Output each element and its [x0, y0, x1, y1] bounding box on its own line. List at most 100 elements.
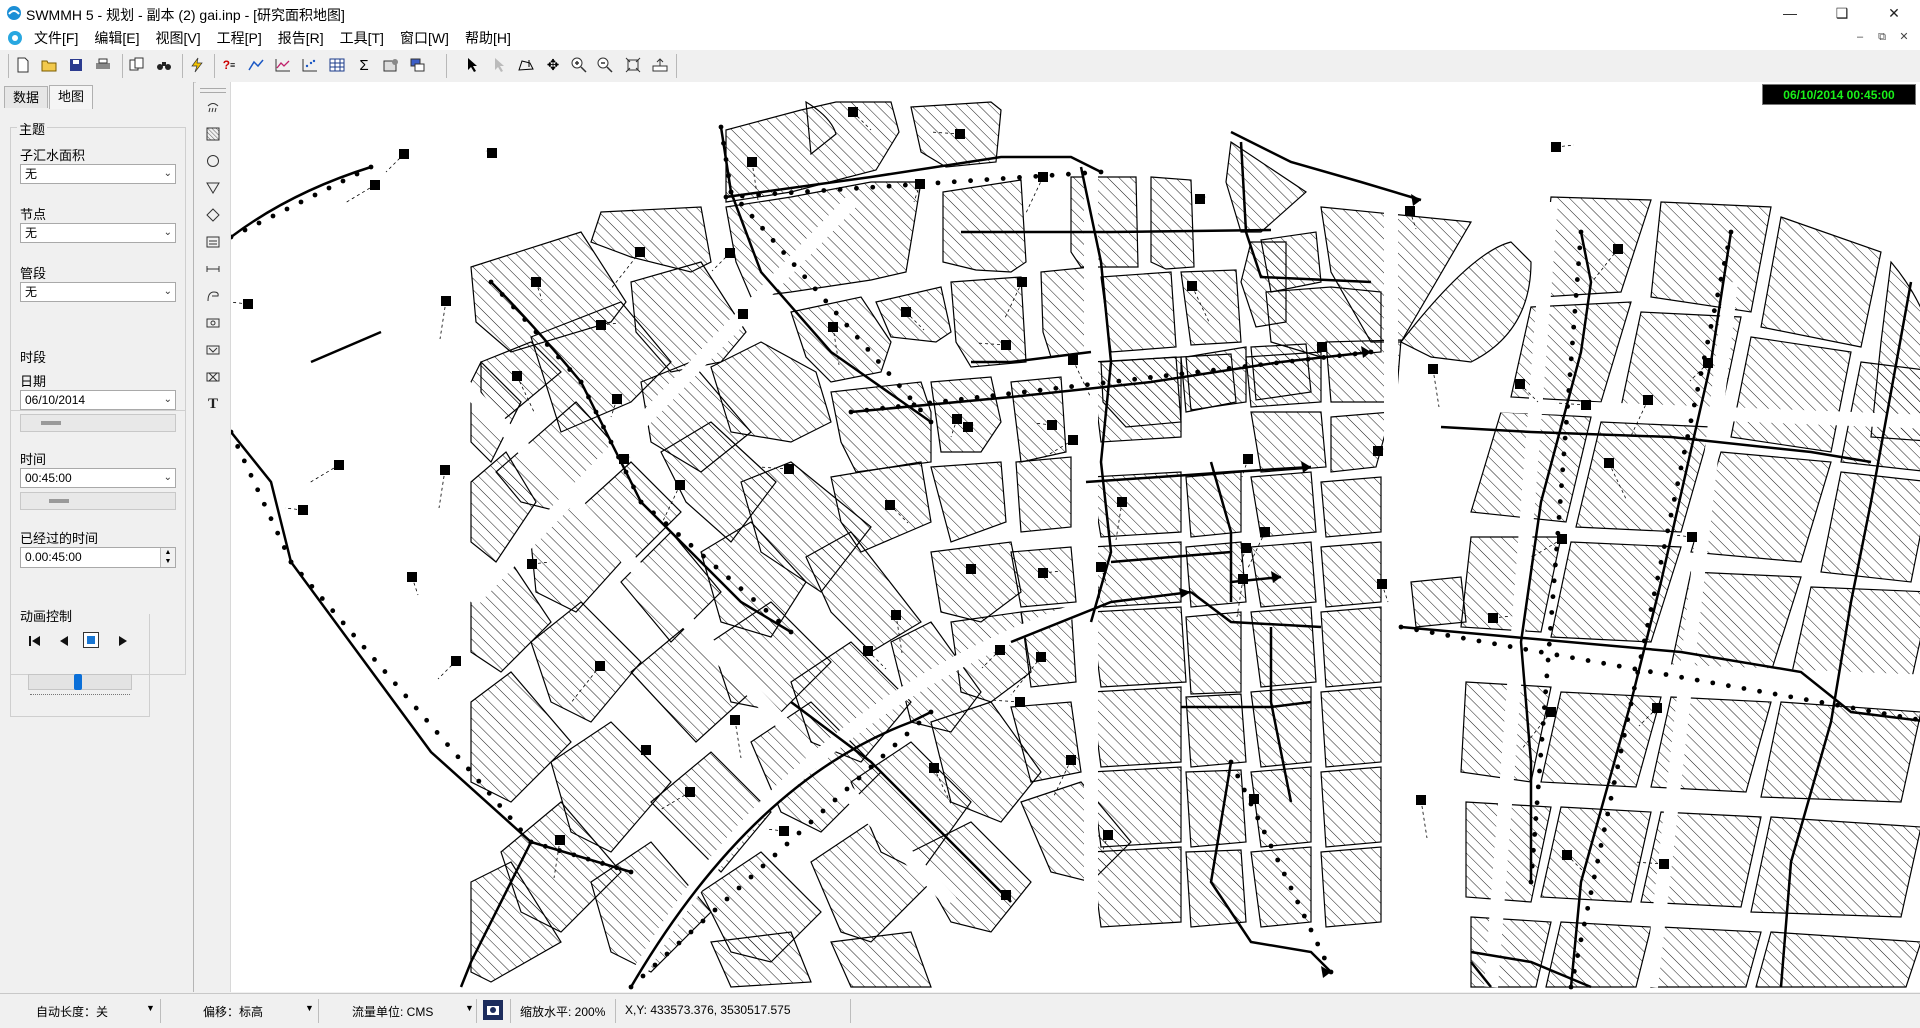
junction-node[interactable]: [1557, 499, 1563, 504]
junction-node[interactable]: [1576, 261, 1581, 267]
menu-window[interactable]: 窗口[W]: [392, 26, 457, 50]
junction-node[interactable]: [1281, 871, 1287, 877]
junction-node[interactable]: [1572, 308, 1578, 314]
junction-node[interactable]: [1321, 955, 1327, 961]
junction-node[interactable]: [1545, 657, 1551, 663]
junction-node[interactable]: [1398, 624, 1404, 630]
junction-node[interactable]: [1632, 666, 1638, 672]
minimize-button[interactable]: —: [1764, 0, 1816, 26]
subcatchment-centroid[interactable]: [1036, 652, 1046, 662]
subcatchment-centroid[interactable]: [1001, 890, 1011, 900]
subcatchment-centroid[interactable]: [1187, 281, 1197, 291]
subcatchment-centroid[interactable]: [1405, 206, 1415, 216]
subcatchment-centroid[interactable]: [512, 371, 522, 381]
junction-node[interactable]: [578, 379, 584, 385]
junction-node[interactable]: [1562, 435, 1568, 441]
junction-node[interactable]: [1721, 261, 1727, 266]
junction-node[interactable]: [739, 201, 744, 207]
junction-node[interactable]: [542, 843, 548, 849]
table-icon[interactable]: [326, 54, 348, 76]
junction-node[interactable]: [1560, 467, 1566, 473]
junction-node[interactable]: [927, 400, 933, 406]
junction-node[interactable]: [1695, 386, 1701, 392]
junction-node[interactable]: [1605, 811, 1611, 817]
outlet-icon[interactable]: [202, 366, 224, 388]
open-folder-icon[interactable]: [38, 54, 60, 76]
junction-node[interactable]: [1065, 171, 1071, 177]
junction-node[interactable]: [1616, 663, 1622, 669]
divider-icon[interactable]: [202, 204, 224, 226]
junction-node[interactable]: [1665, 528, 1671, 534]
junction-node[interactable]: [916, 720, 922, 726]
junction-node[interactable]: [1581, 921, 1587, 927]
junction-node[interactable]: [1274, 360, 1279, 366]
junction-node[interactable]: [1235, 773, 1241, 779]
statistics-icon[interactable]: Σ: [353, 54, 375, 76]
subcatchment-centroid[interactable]: [725, 248, 735, 258]
junction-node[interactable]: [1578, 229, 1584, 235]
subcatchment-centroid[interactable]: [1659, 859, 1669, 869]
link-theme-select[interactable]: 无 ⌄: [20, 282, 176, 302]
junction-node[interactable]: [1268, 843, 1274, 849]
junction-node[interactable]: [1414, 627, 1419, 633]
junction-node[interactable]: [1084, 382, 1090, 388]
cascade-windows-icon[interactable]: [407, 54, 429, 76]
junction-node[interactable]: [772, 191, 778, 197]
junction-node[interactable]: [1445, 632, 1451, 638]
zoom-out-icon[interactable]: [594, 54, 616, 76]
junction-node[interactable]: [854, 334, 860, 340]
junction-node[interactable]: [712, 907, 718, 913]
date-select[interactable]: 06/10/2014 ⌄: [20, 390, 176, 410]
junction-node[interactable]: [1601, 660, 1607, 666]
junction-node[interactable]: [990, 393, 996, 399]
junction-node[interactable]: [1578, 937, 1584, 943]
junction-node[interactable]: [255, 487, 261, 493]
junction-node[interactable]: [1675, 481, 1681, 487]
subcatchment-centroid[interactable]: [1546, 707, 1556, 717]
junction-node[interactable]: [968, 178, 973, 184]
junction-node[interactable]: [413, 705, 419, 711]
full-extent-icon[interactable]: [622, 54, 644, 76]
junction-node[interactable]: [326, 185, 332, 191]
junction-node[interactable]: [288, 559, 294, 565]
junction-node[interactable]: [1532, 832, 1538, 837]
junction-node[interactable]: [1573, 293, 1579, 298]
junction-node[interactable]: [445, 742, 450, 748]
junction-node[interactable]: [791, 262, 797, 268]
junction-node[interactable]: [837, 186, 843, 192]
junction-node[interactable]: [476, 778, 482, 784]
subcatchment-centroid[interactable]: [1038, 172, 1048, 182]
junction-node[interactable]: [1053, 385, 1059, 391]
junction-node[interactable]: [749, 213, 755, 219]
junction-node[interactable]: [880, 405, 885, 411]
subcatchment-centroid[interactable]: [440, 465, 450, 475]
subcatchment-centroid[interactable]: [619, 454, 629, 464]
subcatchment-centroid[interactable]: [531, 277, 541, 287]
junction-node[interactable]: [1625, 717, 1631, 723]
storage-icon[interactable]: [202, 231, 224, 253]
junction-node[interactable]: [1608, 795, 1614, 801]
subcatchment-centroid[interactable]: [1015, 697, 1025, 707]
subcatchment-centroid[interactable]: [685, 787, 695, 797]
menu-project[interactable]: 工程[P]: [209, 26, 270, 50]
junction-node[interactable]: [1523, 646, 1529, 652]
junction-node[interactable]: [1710, 680, 1716, 686]
junction-node[interactable]: [455, 754, 461, 760]
subcatchment-centroid[interactable]: [901, 307, 911, 317]
junction-node[interactable]: [823, 298, 829, 304]
junction-node[interactable]: [848, 409, 854, 415]
junction-node[interactable]: [904, 731, 910, 737]
junction-node[interactable]: [1631, 685, 1637, 691]
junction-node[interactable]: [640, 973, 646, 979]
junction-node[interactable]: [340, 178, 346, 184]
junction-node[interactable]: [781, 250, 787, 255]
subcatchment-centroid[interactable]: [1416, 795, 1426, 805]
junction-node[interactable]: [465, 766, 471, 772]
junction-node[interactable]: [1645, 622, 1651, 628]
junction-node[interactable]: [1688, 418, 1694, 424]
junction-node[interactable]: [1850, 705, 1856, 711]
junction-node[interactable]: [1033, 173, 1039, 179]
junction-node[interactable]: [1663, 672, 1669, 677]
junction-node[interactable]: [928, 709, 934, 715]
junction-node[interactable]: [600, 861, 605, 866]
